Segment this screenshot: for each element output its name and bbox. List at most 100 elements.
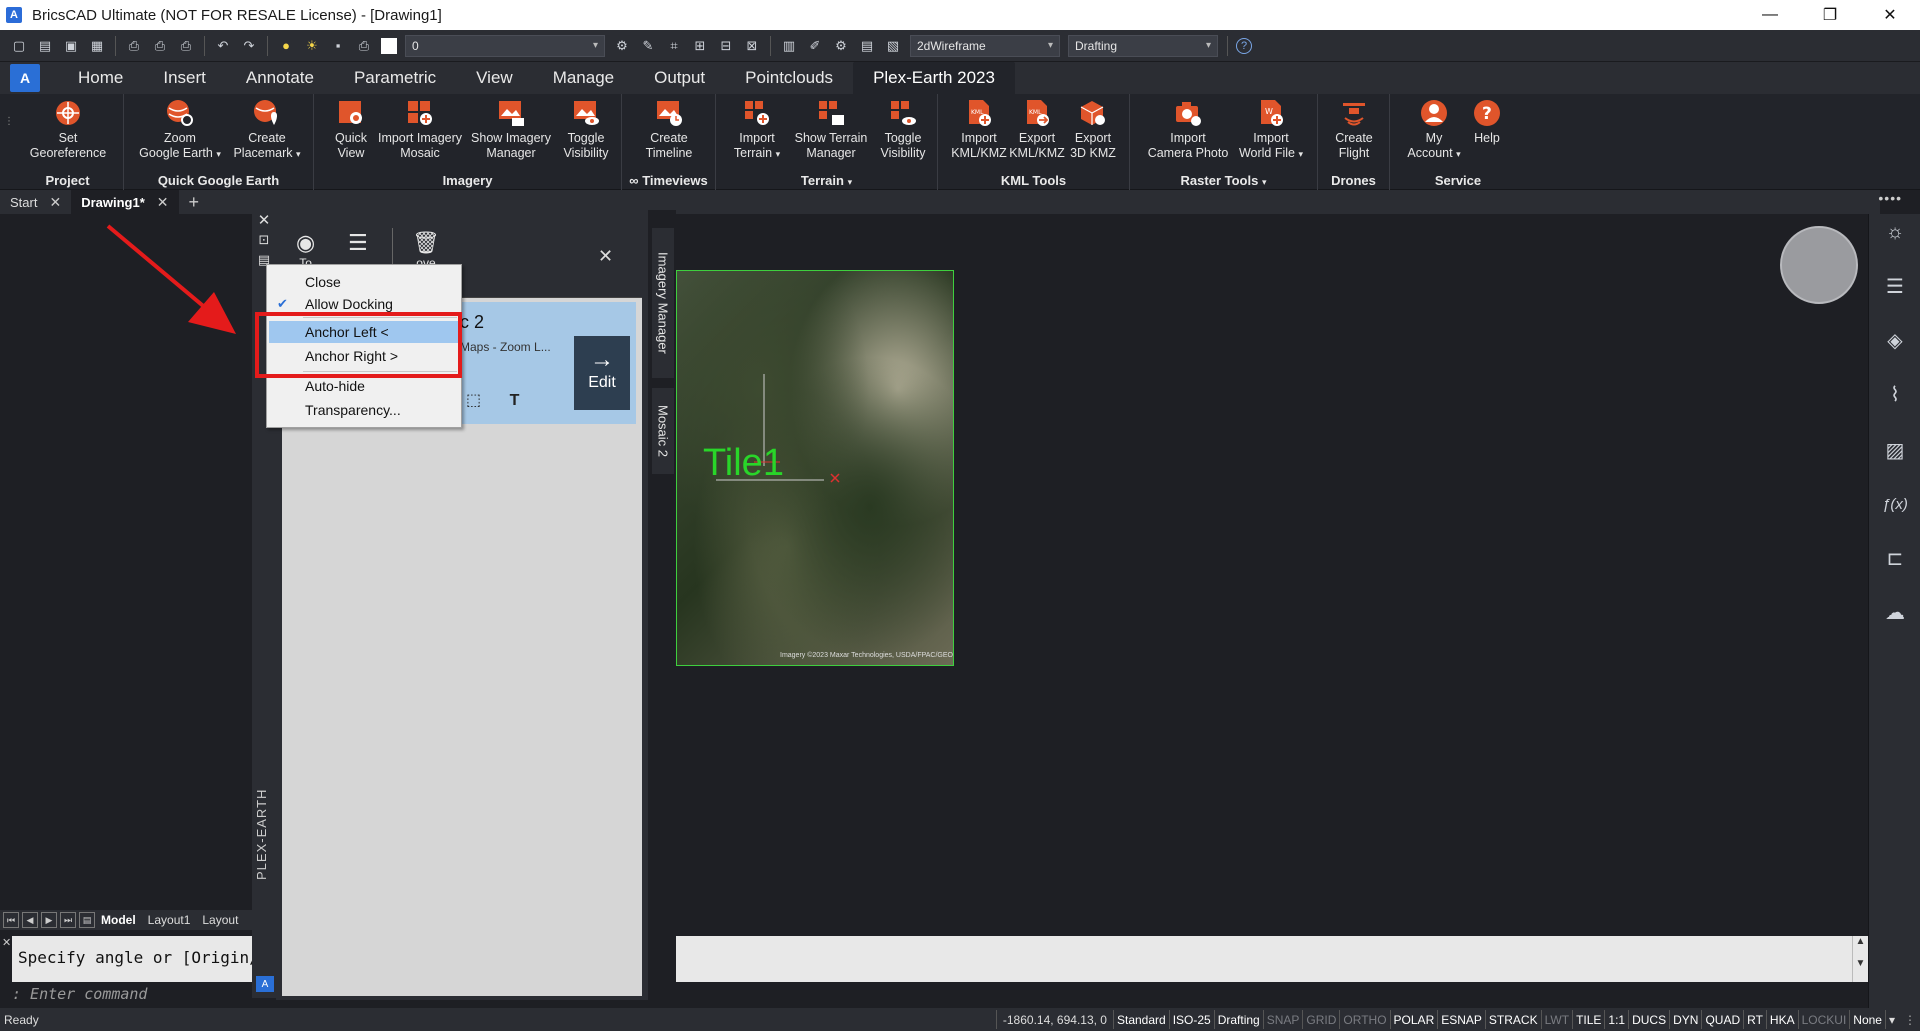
- first-layout-icon[interactable]: ⏮: [3, 912, 19, 928]
- status-rt[interactable]: RT: [1743, 1010, 1766, 1029]
- create-placemark-button[interactable]: Create Placemark ▾: [222, 98, 312, 162]
- layer-iso-icon[interactable]: ⊠: [742, 36, 762, 56]
- explorer-icon[interactable]: ▥: [779, 36, 799, 56]
- status-tile[interactable]: TILE: [1572, 1010, 1604, 1029]
- tab-view[interactable]: View: [456, 62, 533, 94]
- restore-button[interactable]: ❐: [1800, 0, 1860, 30]
- tab-annotate[interactable]: Annotate: [226, 62, 334, 94]
- vtab-mosaic-2[interactable]: Mosaic 2: [652, 388, 674, 474]
- menu-item-auto-hide[interactable]: Auto-hide: [269, 375, 459, 397]
- command-scrollbar[interactable]: ▲ ▼: [1852, 936, 1868, 982]
- text-icon[interactable]: T: [510, 392, 520, 409]
- batch-print-icon[interactable]: ⎙: [176, 36, 196, 56]
- import-world-file-button[interactable]: W Import World File ▾: [1228, 98, 1314, 162]
- help-button[interactable]: ? Help: [1462, 98, 1512, 146]
- status-quad[interactable]: QUAD: [1701, 1010, 1743, 1029]
- prev-layout-icon[interactable]: ◀: [22, 912, 38, 928]
- menu-item-close[interactable]: Close: [269, 271, 459, 293]
- visual-style-dropdown[interactable]: 2dWireframe ▾: [910, 34, 1060, 57]
- tab-model[interactable]: Model: [95, 913, 142, 927]
- vtab-imagery-manager[interactable]: Imagery Manager: [652, 228, 674, 378]
- application-menu-button[interactable]: A: [10, 64, 40, 92]
- layer-lock-icon[interactable]: ▪: [328, 36, 348, 56]
- properties-sliders-icon[interactable]: ☰: [1881, 272, 1909, 300]
- structure-tree-icon[interactable]: ⊏: [1881, 544, 1909, 572]
- show-imagery-manager-button[interactable]: Show Imagery Manager: [466, 98, 556, 161]
- import-imagery-mosaic-button[interactable]: Import Imagery Mosaic: [374, 98, 466, 161]
- next-layout-icon[interactable]: ▶: [41, 912, 57, 928]
- help-icon[interactable]: ?: [1236, 37, 1252, 54]
- list-view-button[interactable]: ☰: [348, 230, 368, 256]
- export-kml-button[interactable]: KML Export KML/KMZ: [1008, 98, 1066, 161]
- chevron-down-icon[interactable]: ▾: [1884, 1010, 1898, 1029]
- status-none[interactable]: None: [1849, 1010, 1885, 1029]
- more-options-icon[interactable]: ••••: [1878, 190, 1902, 206]
- tab-insert[interactable]: Insert: [143, 62, 226, 94]
- close-icon[interactable]: ✕: [598, 246, 613, 267]
- tab-drawing1[interactable]: Drawing1* ✕: [71, 190, 179, 214]
- hatch-icon[interactable]: ▨: [1881, 436, 1909, 464]
- zoom-google-earth-button[interactable]: Zoom Google Earth ▾: [134, 98, 226, 162]
- tab-output[interactable]: Output: [634, 62, 725, 94]
- navigation-wheel[interactable]: [1780, 226, 1858, 304]
- tab-pointclouds[interactable]: Pointclouds: [725, 62, 853, 94]
- layer-dropdown[interactable]: 0 ▾: [405, 34, 605, 57]
- quick-view-button[interactable]: Quick View: [328, 98, 374, 161]
- open-file-icon[interactable]: ▤: [35, 36, 55, 56]
- edit-button[interactable]: → Edit: [574, 336, 630, 410]
- undo-icon[interactable]: ↶: [213, 36, 233, 56]
- import-terrain-button[interactable]: Import Terrain ▾: [724, 98, 790, 162]
- create-flight-button[interactable]: Create Flight: [1324, 98, 1384, 161]
- close-icon[interactable]: ✕: [157, 194, 169, 211]
- status-strack[interactable]: STRACK: [1484, 1010, 1541, 1029]
- new-tab-button[interactable]: +: [179, 192, 210, 213]
- layers-icon[interactable]: ◈: [1881, 326, 1909, 354]
- tab-layout2[interactable]: Layout: [196, 913, 244, 927]
- print-icon[interactable]: ⎙: [150, 36, 170, 56]
- status-standard[interactable]: Standard: [1112, 1010, 1169, 1029]
- status-ducs[interactable]: DUCS: [1628, 1010, 1669, 1029]
- tab-home[interactable]: Home: [58, 62, 143, 94]
- last-layout-icon[interactable]: ⏭: [60, 912, 76, 928]
- status-hka[interactable]: HKA: [1765, 1010, 1798, 1029]
- tab-layout1[interactable]: Layout1: [142, 913, 197, 927]
- tips-bulb-icon[interactable]: ☼: [1881, 218, 1909, 246]
- save-icon[interactable]: ▣: [61, 36, 81, 56]
- close-icon[interactable]: ✕: [2, 936, 11, 949]
- cloud-upload-icon[interactable]: ☁: [1881, 598, 1909, 626]
- layer-print-icon[interactable]: ⎙: [354, 36, 374, 56]
- status-esnap[interactable]: ESNAP: [1437, 1010, 1485, 1029]
- toggle-terrain-visibility-button[interactable]: Toggle Visibility: [872, 98, 934, 161]
- attachments-icon[interactable]: ⌇: [1881, 380, 1909, 408]
- layer-walk-icon[interactable]: ⊟: [716, 36, 736, 56]
- sheet-icon[interactable]: ▤: [857, 36, 877, 56]
- tab-parametric[interactable]: Parametric: [334, 62, 456, 94]
- tab-plex-earth[interactable]: Plex-Earth 2023: [853, 62, 1015, 94]
- close-window-button[interactable]: ✕: [1860, 0, 1920, 30]
- print-preview-icon[interactable]: ⎙: [124, 36, 144, 56]
- workspace-dropdown[interactable]: Drafting ▾: [1068, 34, 1218, 57]
- properties-icon[interactable]: ✐: [805, 36, 825, 56]
- show-terrain-manager-button[interactable]: Show Terrain Manager: [788, 98, 874, 161]
- my-account-button[interactable]: My Account ▾: [1404, 98, 1464, 162]
- set-georeference-button[interactable]: Set Georeference: [22, 98, 114, 161]
- status-ortho[interactable]: ORTHO: [1339, 1010, 1389, 1029]
- close-panel-icon[interactable]: ✕: [256, 212, 272, 229]
- status-scale[interactable]: 1:1: [1604, 1010, 1628, 1029]
- panel-dock-icon[interactable]: ⊡: [256, 232, 272, 248]
- status-dyn[interactable]: DYN: [1669, 1010, 1701, 1029]
- settings-icon[interactable]: ⚙: [831, 36, 851, 56]
- status-polar[interactable]: POLAR: [1389, 1010, 1438, 1029]
- redo-icon[interactable]: ↷: [239, 36, 259, 56]
- status-grid[interactable]: GRID: [1302, 1010, 1339, 1029]
- zoom-extents-icon[interactable]: ⬚: [466, 392, 481, 409]
- tab-manage[interactable]: Manage: [533, 62, 634, 94]
- new-file-icon[interactable]: ▢: [9, 36, 29, 56]
- import-kml-button[interactable]: KML Import KML/KMZ: [950, 98, 1008, 161]
- formula-icon[interactable]: ƒ(x): [1881, 490, 1909, 518]
- layout-list-icon[interactable]: ▤: [79, 912, 95, 928]
- close-icon[interactable]: ✕: [49, 194, 61, 211]
- render-icon[interactable]: ▧: [883, 36, 903, 56]
- status-lockui[interactable]: LOCKUI: [1797, 1010, 1850, 1029]
- toggle-imagery-visibility-button[interactable]: Toggle Visibility: [554, 98, 618, 161]
